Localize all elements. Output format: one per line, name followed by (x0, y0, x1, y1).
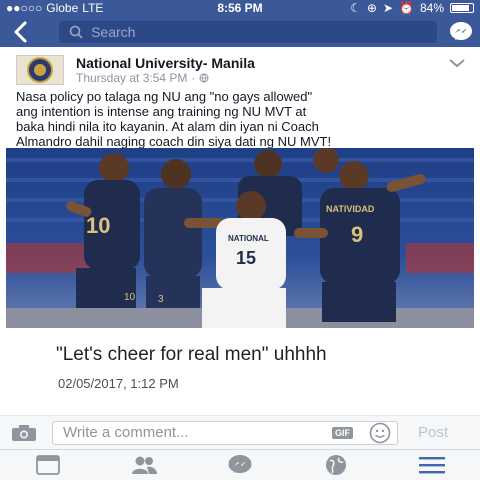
avatar[interactable] (16, 55, 64, 85)
comment-bar: Write a comment... GIF Post (0, 415, 480, 449)
post-text-line: Almandro dahil naging coach din siya dat… (16, 134, 332, 149)
tab-friends[interactable] (124, 453, 164, 477)
shorts-number: 10 (124, 292, 136, 303)
menu-icon (419, 457, 445, 474)
status-bar: ●●○○○ Globe LTE 8:56 PM ☾ ⊕ ➤ ⏰ 84% (0, 0, 480, 16)
shorts-number: 3 (158, 294, 164, 305)
post-photo[interactable]: 10 10 3 NATIONAL 15 NATIVIDAD 9 (6, 148, 474, 328)
globe-icon (199, 73, 209, 83)
tab-menu[interactable] (412, 453, 452, 477)
sticker-smiley-icon[interactable] (369, 422, 391, 444)
post-timestamp[interactable]: Thursday at 3:54 PM (76, 71, 187, 85)
location-icon: ➤ (382, 1, 394, 15)
caption-text: "Let's cheer for real men" uhhhh (56, 344, 327, 365)
tab-notifications[interactable] (316, 453, 356, 477)
messenger-icon (450, 21, 473, 40)
news-feed-icon (36, 455, 60, 475)
back-button[interactable] (6, 20, 33, 44)
camera-icon (12, 424, 36, 441)
post-header: National University- Manila Thursday at … (16, 55, 466, 85)
jersey-name: NATIVIDAD (326, 204, 375, 214)
battery-percent: 84% (419, 1, 444, 15)
post-text-line: Nasa policy po talaga ng NU ang "no gays… (16, 89, 313, 104)
post-options-chevron-icon[interactable] (448, 57, 466, 69)
separator-dot: · (191, 71, 196, 85)
camera-button[interactable] (10, 423, 38, 443)
back-chevron-icon (14, 21, 27, 42)
moon-icon: ☾ (350, 1, 361, 15)
gif-button[interactable]: GIF (332, 426, 353, 439)
battery-icon (450, 3, 474, 13)
page-name[interactable]: National University- Manila (76, 55, 255, 71)
caption-date: 02/05/2017, 1:12 PM (58, 376, 179, 391)
carrier-info: ●●○○○ Globe LTE (6, 1, 162, 15)
carrier-name: Globe (46, 1, 79, 15)
bottom-tab-bar (0, 449, 480, 480)
comment-input[interactable]: Write a comment... GIF (52, 420, 398, 445)
search-input[interactable]: Search (59, 20, 437, 43)
status-right: ☾ ⊕ ➤ ⏰ 84% (318, 1, 474, 15)
jersey-number: 10 (86, 213, 110, 238)
friends-icon (132, 456, 157, 474)
volleyball-players-photo: 10 10 3 NATIONAL 15 NATIVIDAD 9 (6, 148, 474, 328)
alarm-icon: ⏰ (399, 1, 414, 15)
post-text: Nasa policy po talaga ng NU ang "no gays… (16, 89, 472, 149)
messenger-button[interactable] (449, 20, 474, 44)
signal-icon: ●●○○○ (6, 1, 43, 15)
post-meta: Thursday at 3:54 PM · (76, 71, 209, 85)
jersey-brand: NATIONAL (228, 234, 269, 243)
feed-post: National University- Manila Thursday at … (0, 47, 480, 415)
post-text-line: ang intention is intense ang training ng… (16, 104, 307, 119)
lock-rotation-icon: ⊕ (366, 1, 377, 15)
network-type: LTE (82, 1, 104, 15)
globe-icon (326, 455, 346, 475)
post-text-line: baka hindi nila ito kayanin. At alam din… (16, 119, 319, 134)
top-nav-bar: Search (0, 16, 480, 47)
search-icon (69, 25, 83, 39)
jersey-number: 9 (351, 222, 363, 247)
search-placeholder: Search (91, 23, 136, 40)
comment-placeholder: Write a comment... (63, 424, 189, 441)
status-time: 8:56 PM (217, 1, 263, 15)
university-seal-icon (27, 57, 53, 83)
post-comment-button[interactable]: Post (418, 424, 448, 441)
battery-fill (452, 5, 469, 11)
messenger-icon (228, 455, 252, 473)
tab-messenger[interactable] (220, 453, 260, 477)
jersey-number: 15 (236, 248, 256, 268)
tab-news-feed[interactable] (28, 453, 68, 477)
